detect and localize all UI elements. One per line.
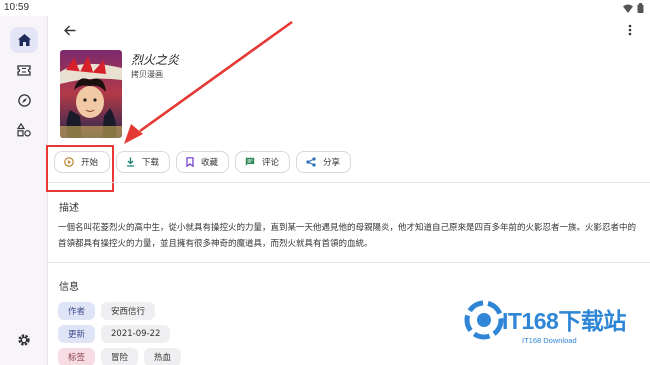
comic-source: 拷贝漫画 xyxy=(131,70,163,79)
home-icon xyxy=(17,34,31,46)
tags-label: 标签 xyxy=(58,348,96,365)
comic-title: 烈火之炎 xyxy=(131,53,180,67)
rail-item-settings[interactable] xyxy=(10,327,38,353)
status-icons xyxy=(623,3,644,13)
info-tags-row: 标签 冒险 热血 xyxy=(58,348,182,365)
favorite-label: 收藏 xyxy=(201,158,219,168)
divider-top xyxy=(48,182,650,183)
info-author-row: 作者 安西信行 xyxy=(58,302,156,320)
back-button[interactable] xyxy=(60,20,80,40)
watermark-logo: IT168下载站 IT168 Download xyxy=(462,294,642,354)
updated-value: 2021-09-22 xyxy=(101,325,171,343)
comic-cover[interactable] xyxy=(60,50,122,138)
author-value[interactable]: 安西信行 xyxy=(101,302,156,320)
info-heading: 信息 xyxy=(59,282,79,293)
rail-item-explore[interactable] xyxy=(10,87,38,113)
compass-icon xyxy=(17,93,31,107)
comment-icon xyxy=(245,157,255,166)
share-button[interactable]: 分享 xyxy=(296,151,352,173)
annotation-highlight-box xyxy=(46,145,114,192)
bookmark-icon xyxy=(186,157,194,167)
watermark-subtitle: IT168 Download xyxy=(522,336,577,345)
rail-item-categories[interactable] xyxy=(10,117,38,143)
shapes-icon xyxy=(17,123,31,137)
more-options-button[interactable] xyxy=(620,20,640,40)
description-text: 一個名叫花菱烈火的高中生，從小就具有操控火的力量，直到某一天他遇見他的母親陽炎，… xyxy=(58,223,637,249)
favorite-button[interactable]: 收藏 xyxy=(176,151,230,173)
download-label: 下载 xyxy=(142,158,160,168)
arrow-back-icon xyxy=(64,25,76,35)
download-button[interactable]: 下载 xyxy=(116,151,171,173)
comment-label: 评论 xyxy=(262,158,280,168)
author-label: 作者 xyxy=(58,302,96,320)
updated-label: 更新 xyxy=(58,325,96,343)
rail-item-tickets[interactable] xyxy=(10,57,38,83)
watermark-emblem-icon xyxy=(464,300,504,340)
info-updated-row: 更新 2021-09-22 xyxy=(58,325,171,343)
tag-item[interactable]: 冒险 xyxy=(101,348,139,365)
divider-middle xyxy=(48,262,650,263)
gear-icon xyxy=(18,334,30,346)
download-icon xyxy=(127,157,134,167)
comment-button[interactable]: 评论 xyxy=(235,151,291,173)
watermark-brand: IT168下载站 xyxy=(502,308,626,334)
status-bar: 10:59 xyxy=(0,0,650,16)
wifi-icon xyxy=(623,4,633,13)
more-vert-icon xyxy=(628,24,632,36)
battery-icon xyxy=(637,3,644,13)
ticket-icon xyxy=(17,64,31,76)
share-icon xyxy=(306,157,316,167)
status-time: 10:59 xyxy=(4,2,30,13)
rail-item-home[interactable] xyxy=(10,27,38,53)
cover-image xyxy=(60,50,122,138)
description-heading: 描述 xyxy=(59,203,79,214)
navigation-rail xyxy=(0,16,48,365)
top-app-bar xyxy=(48,16,650,44)
tag-item[interactable]: 热血 xyxy=(144,348,182,365)
share-label: 分享 xyxy=(323,158,341,168)
